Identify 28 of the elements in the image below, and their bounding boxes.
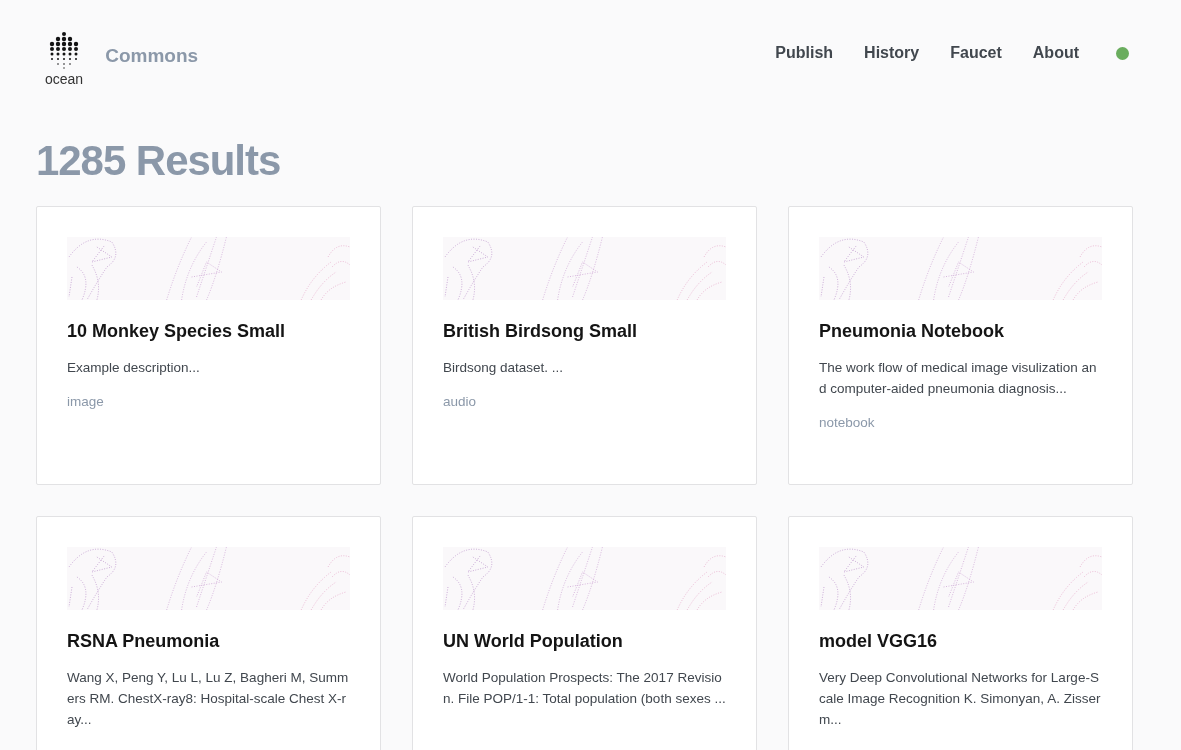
nav-link[interactable]: Publish xyxy=(775,41,834,65)
card-title: RSNA Pneumonia xyxy=(67,630,221,653)
card-tag: audio xyxy=(443,391,726,412)
dataset-card[interactable]: RSNA Pneumonia Wang X, Peng Y, Lu L, Lu Z, Bagheri M, Summers RM. ChestX-ray8: Hospital-scale Chest X-ray... xyxy=(36,516,381,750)
results-title: 1285 Results xyxy=(36,140,282,182)
dataset-card[interactable]: model VGG16 Very Deep Convolutional Networks for Large-Scale Image Recognition K. Simonyan, A. Zisserm... xyxy=(788,516,1133,750)
card-description: Birdsong dataset. ... xyxy=(443,358,565,377)
nav-link[interactable]: Faucet xyxy=(950,41,1002,65)
dataset-card[interactable]: Pneumonia Notebook The work flow of medical image visulization and computer-aided pneumonia diagnosis... notebook xyxy=(788,206,1133,485)
card-description: The work flow of medical image visulization and computer-aided pneumonia diagnosis... xyxy=(819,358,1098,398)
dataset-card[interactable]: 10 Monkey Species Small Example description... image xyxy=(36,206,381,485)
card-title: 10 Monkey Species Small xyxy=(67,320,287,343)
card-description: Example description... xyxy=(67,358,201,377)
card-title: British Birdsong Small xyxy=(443,320,639,343)
logo-dots-icon xyxy=(49,32,80,70)
card-title: UN World Population xyxy=(443,630,624,653)
card-description: Very Deep Convolutional Networks for Large-Scale Image Recognition K. Simonyan, A. Zisserm... xyxy=(819,668,1102,729)
logo-text: ocean xyxy=(45,72,84,86)
card-title: model VGG16 xyxy=(819,630,939,653)
dataset-card[interactable]: UN World Population World Population Prospects: The 2017 Revision. File POP/1-1: Total population (both sexes ... xyxy=(412,516,757,750)
nav-link[interactable]: History xyxy=(864,41,920,65)
card-tag: notebook xyxy=(819,412,1102,433)
card-description: World Population Prospects: The 2017 Revision. File POP/1-1: Total population (both sexes ... xyxy=(443,668,726,708)
card-tag: image xyxy=(67,391,350,412)
nav-link[interactable]: About xyxy=(1032,41,1079,65)
dataset-card[interactable]: British Birdsong Small Birdsong dataset. ... audio xyxy=(412,206,757,485)
card-description: Wang X, Peng Y, Lu L, Lu Z, Bagheri M, Summers RM. ChestX-ray8: Hospital-scale Chest X-ray... xyxy=(67,668,350,729)
card-title: Pneumonia Notebook xyxy=(819,320,1005,343)
